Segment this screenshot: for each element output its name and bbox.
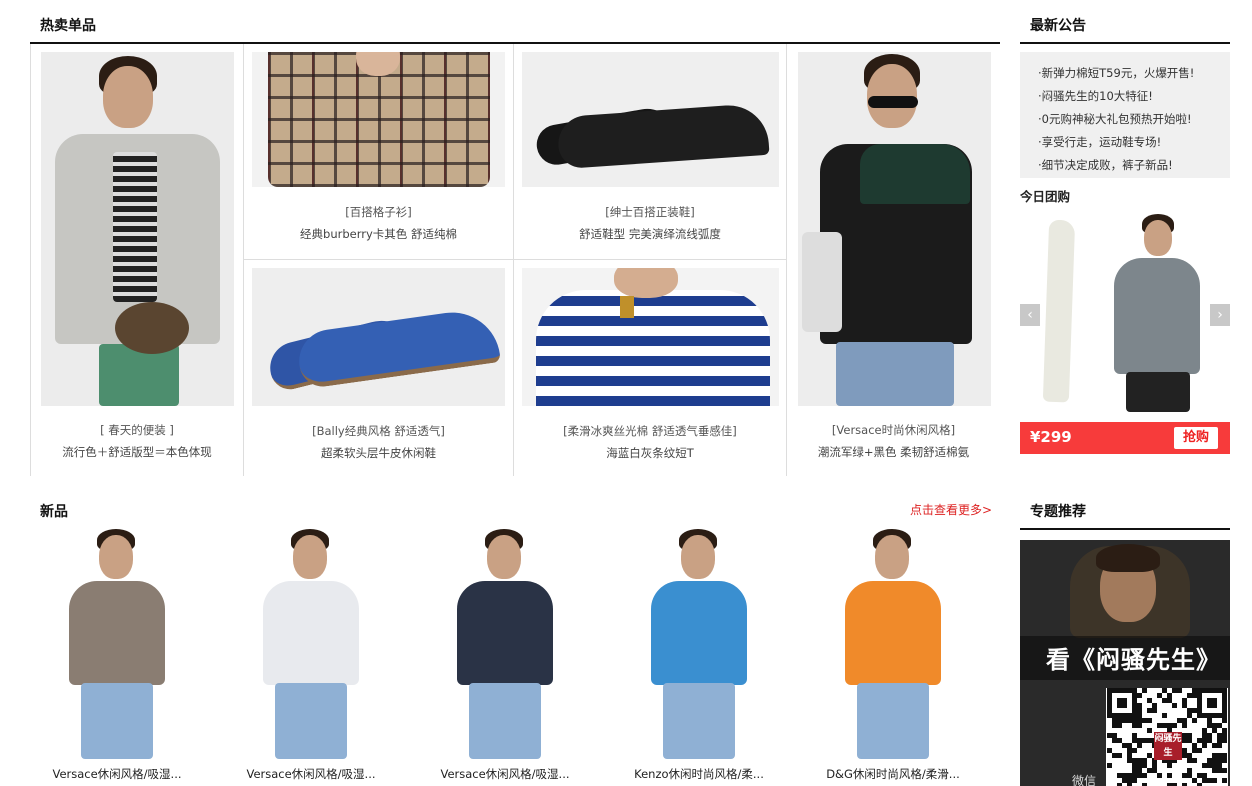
product-image[interactable] [522, 268, 779, 406]
hot-section-title: 热卖单品 [40, 18, 96, 34]
product-image[interactable] [41, 52, 234, 406]
product-caption-title: [柔滑冰爽丝光棉 舒适透气垂感佳] [563, 424, 737, 438]
brand-logo: 闷骚先生 [1154, 732, 1182, 760]
new-product-label[interactable]: Versace休闲风格/吸湿... [410, 766, 600, 782]
carousel-prev-button[interactable]: ‹ [1020, 304, 1040, 326]
wechat-label: 微信 [1072, 774, 1097, 786]
product-caption-desc: 流行色＋舒适版型＝本色体现 [62, 445, 212, 459]
group-buy-price-bar: ¥299 抢购 [1020, 422, 1230, 454]
new-product-card[interactable]: Versace休闲风格/吸湿... [22, 525, 212, 785]
product-image[interactable] [649, 529, 749, 759]
notice-item[interactable]: ·闷骚先生的10大特征! [1038, 85, 1230, 108]
product-caption-title: [Bally经典风格 舒适透气] [312, 424, 445, 438]
product-image[interactable] [252, 52, 505, 187]
topic-section-divider [1020, 528, 1230, 530]
group-buy-carousel [1020, 208, 1230, 420]
hot-product-card[interactable]: [ 春天的便装 ] 流行色＋舒适版型＝本色体现 [31, 44, 244, 476]
product-image[interactable] [522, 52, 779, 187]
hot-product-card[interactable]: [Versace时尚休闲风格] 潮流军绿+黑色 柔韧舒适棉氨 [787, 44, 1000, 476]
notice-item[interactable]: ·新弹力棉短T59元，火爆开售! [1038, 62, 1230, 85]
notice-section-title: 最新公告 [1030, 18, 1086, 34]
view-more-link[interactable]: 点击查看更多> [910, 501, 992, 518]
hot-product-card[interactable]: [绅士百搭正装鞋] 舒适鞋型 完美演绎流线弧度 [514, 44, 787, 260]
product-image[interactable] [261, 529, 361, 759]
product-caption-desc: 经典burberry卡其色 舒适纯棉 [300, 227, 457, 241]
product-caption-title: [百搭格子衫] [345, 205, 412, 219]
carousel-next-button[interactable]: › [1210, 304, 1230, 326]
group-buy-item-image[interactable] [1110, 212, 1202, 412]
new-section-title: 新品 [40, 504, 68, 520]
group-buy-item-image[interactable] [1042, 219, 1076, 403]
new-product-card[interactable]: D&G休闲时尚风格/柔滑... [798, 525, 988, 785]
product-caption-title: [绅士百搭正装鞋] [605, 205, 695, 219]
product-caption-title: [Versace时尚休闲风格] [831, 423, 956, 437]
product-image[interactable] [67, 529, 167, 759]
topic-banner[interactable]: 看《闷骚先生》 闷骚先生 微信 [1020, 540, 1230, 786]
notice-item[interactable]: ·享受行走，运动鞋专场! [1038, 131, 1230, 154]
topic-banner-text: 看《闷骚先生》 [1046, 646, 1221, 674]
notice-list: ·新弹力棉短T59元，火爆开售! ·闷骚先生的10大特征! ·0元购神秘大礼包预… [1020, 52, 1230, 178]
new-product-label[interactable]: Versace休闲风格/吸湿... [22, 766, 212, 782]
new-product-card[interactable]: Kenzo休闲时尚风格/柔... [604, 525, 794, 785]
group-buy-title: 今日团购 [1020, 189, 1071, 204]
hot-product-card[interactable]: [Bally经典风格 舒适透气] 超柔软头层牛皮休闲鞋 [244, 260, 514, 476]
new-product-label[interactable]: Versace休闲风格/吸湿... [216, 766, 406, 782]
notice-item[interactable]: ·0元购神秘大礼包预热开始啦! [1038, 108, 1230, 131]
product-image[interactable] [798, 52, 991, 406]
new-product-label[interactable]: D&G休闲时尚风格/柔滑... [798, 766, 988, 782]
product-image[interactable] [455, 529, 555, 759]
product-image[interactable] [252, 268, 505, 406]
product-image[interactable] [843, 529, 943, 759]
product-caption-desc: 潮流军绿+黑色 柔韧舒适棉氨 [817, 445, 970, 459]
new-product-card[interactable]: Versace休闲风格/吸湿... [410, 525, 600, 785]
new-product-card[interactable]: Versace休闲风格/吸湿... [216, 525, 406, 785]
new-product-label[interactable]: Kenzo休闲时尚风格/柔... [604, 766, 794, 782]
product-caption-title: [ 春天的便装 ] [100, 423, 174, 437]
product-caption-desc: 舒适鞋型 完美演绎流线弧度 [579, 227, 721, 241]
notice-section-divider [1020, 42, 1230, 44]
notice-item[interactable]: ·细节决定成败，裤子新品! [1038, 154, 1230, 177]
product-caption-desc: 超柔软头层牛皮休闲鞋 [321, 446, 436, 460]
topic-section-title: 专题推荐 [1030, 504, 1086, 520]
chevron-left-icon: ‹ [1027, 307, 1033, 323]
buy-now-button[interactable]: 抢购 [1174, 427, 1218, 449]
hot-product-card[interactable]: [柔滑冰爽丝光棉 舒适透气垂感佳] 海蓝白灰条纹短T [514, 260, 787, 476]
product-caption-desc: 海蓝白灰条纹短T [606, 446, 694, 460]
hot-products-grid: [ 春天的便装 ] 流行色＋舒适版型＝本色体现 [百搭格子衫] 经典burber… [30, 44, 1000, 476]
hot-product-card[interactable]: [百搭格子衫] 经典burberry卡其色 舒适纯棉 [244, 44, 514, 260]
group-buy-price: ¥299 [1030, 428, 1072, 446]
chevron-right-icon: › [1217, 307, 1223, 323]
